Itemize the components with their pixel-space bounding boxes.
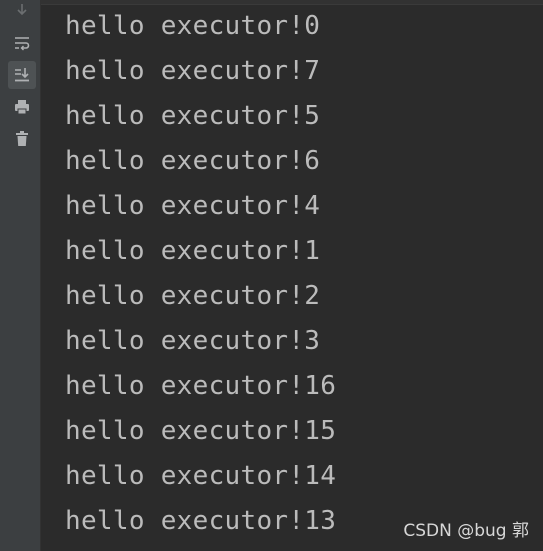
console-line: hello executor!1 [65, 236, 321, 266]
clear-all-button[interactable] [8, 125, 36, 153]
console-line: hello executor!6 [65, 146, 321, 176]
scroll-down-arrow-icon [14, 2, 30, 18]
soft-wrap-icon [13, 35, 31, 51]
print-icon [13, 98, 31, 116]
console-lines: hello executor!0 hello executor!7 hello … [65, 7, 336, 547]
console-line: hello executor!7 [65, 56, 321, 86]
console-output[interactable]: hello executor!0 hello executor!7 hello … [41, 0, 543, 551]
console-line: hello executor!3 [65, 326, 321, 356]
console-top-divider [41, 0, 543, 5]
print-button[interactable] [8, 93, 36, 121]
console-line: hello executor!16 [65, 371, 337, 401]
console-toolbar [0, 0, 41, 551]
console-line: hello executor!5 [65, 101, 321, 131]
console-line: hello executor!15 [65, 416, 337, 446]
scroll-to-end-icon [13, 66, 31, 84]
console-line: hello executor!14 [65, 461, 337, 491]
console-line: hello executor!2 [65, 281, 321, 311]
scroll-to-end-button[interactable] [8, 61, 36, 89]
console-window: hello executor!0 hello executor!7 hello … [0, 0, 543, 551]
watermark: CSDN @bug 郭 [403, 521, 529, 541]
console-line: hello executor!4 [65, 191, 321, 221]
console-line: hello executor!13 [65, 506, 337, 536]
soft-wrap-button[interactable] [8, 29, 36, 57]
trash-icon [14, 130, 30, 148]
scroll-down-button[interactable] [8, 0, 36, 24]
console-line: hello executor!0 [65, 11, 321, 41]
